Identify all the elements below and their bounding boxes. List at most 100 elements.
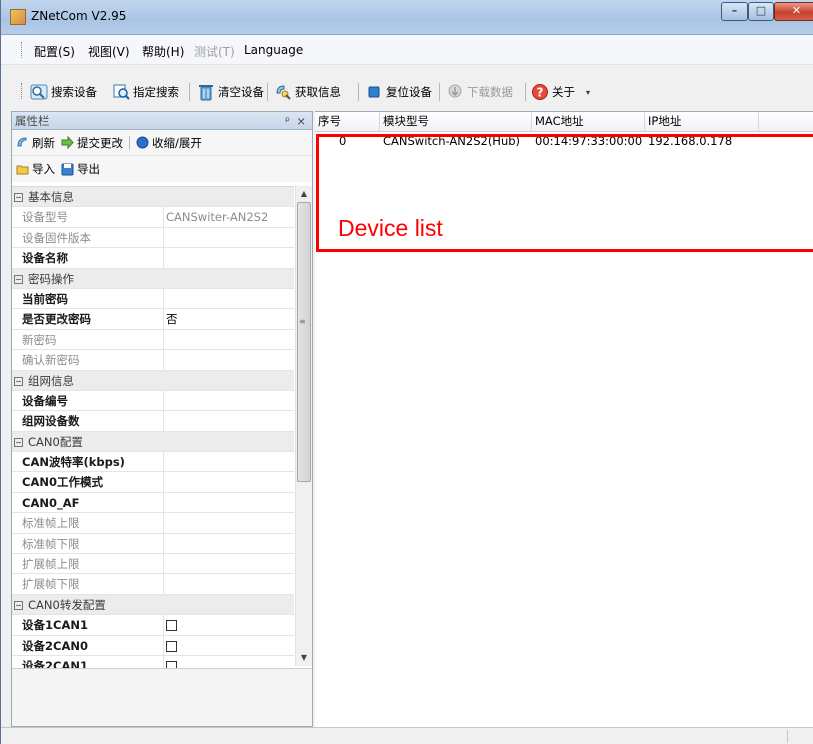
property-value[interactable] <box>164 554 294 573</box>
collapse-expand-button[interactable]: 收缩/展开 <box>136 135 202 151</box>
property-value[interactable] <box>164 513 294 532</box>
reset-device-button[interactable]: 复位设备 <box>365 81 432 103</box>
menu-config[interactable]: 配置(S) <box>34 43 75 60</box>
get-info-button[interactable]: 获取信息 <box>274 81 341 103</box>
property-value[interactable] <box>164 330 294 349</box>
property-row[interactable]: 设备编号 <box>12 390 294 412</box>
category-label: − 组网信息 <box>12 371 74 390</box>
property-value[interactable] <box>164 350 294 369</box>
property-row[interactable]: 组网设备数 <box>12 411 294 432</box>
property-checkbox[interactable] <box>166 640 177 652</box>
collapse-toggle-icon[interactable]: − <box>14 376 23 386</box>
column-header-mac[interactable]: MAC地址 <box>532 112 645 131</box>
property-row[interactable]: 标准帧上限 <box>12 513 294 534</box>
property-name: 设备编号 <box>12 390 164 411</box>
window-title: ZNetCom V2.95 <box>31 9 127 23</box>
property-row[interactable]: 标准帧下限 <box>12 533 294 555</box>
import-button[interactable]: 导入 <box>16 161 55 177</box>
property-row[interactable]: 设备固件版本 <box>12 227 294 249</box>
property-value[interactable]: CANSwiter-AN2S2 <box>164 207 294 226</box>
scroll-down-icon[interactable]: ▼ <box>296 650 312 666</box>
refresh-label: 刷新 <box>32 135 55 150</box>
scroll-grip-icon: ≡ <box>299 317 306 326</box>
property-row[interactable]: 新密码 <box>12 329 294 351</box>
category-text: 基本信息 <box>28 190 74 204</box>
property-row[interactable]: 是否更改密码否 <box>12 309 294 330</box>
minimize-button[interactable]: – <box>721 2 748 21</box>
refresh-button[interactable]: 刷新 <box>16 135 55 151</box>
scroll-thumb[interactable] <box>297 202 311 482</box>
maximize-button[interactable]: □ <box>748 2 774 21</box>
menu-view[interactable]: 视图(V) <box>88 43 130 60</box>
property-value[interactable] <box>164 534 294 553</box>
property-row[interactable]: 设备2CAN0 <box>12 635 294 656</box>
property-row[interactable]: CAN0工作模式 <box>12 472 294 493</box>
property-checkbox[interactable] <box>166 620 177 632</box>
about-button[interactable]: ? 关于 <box>531 81 575 103</box>
scroll-up-icon[interactable]: ▲ <box>296 186 312 202</box>
search-devices-button[interactable]: 搜索设备 <box>30 81 97 103</box>
property-row[interactable]: 设备1CAN1 <box>12 615 294 636</box>
property-row[interactable]: 扩展帧上限 <box>12 554 294 575</box>
submit-changes-button[interactable]: 提交更改 <box>61 135 123 151</box>
toolbar-overflow-icon[interactable]: ▾ <box>586 88 590 97</box>
property-value[interactable] <box>164 411 294 430</box>
menu-help[interactable]: 帮助(H) <box>142 43 184 60</box>
help-icon: ? <box>532 84 548 100</box>
toolbar-grip <box>21 83 24 99</box>
property-category[interactable]: − 组网信息 <box>12 370 294 391</box>
menu-language[interactable]: Language <box>244 43 303 57</box>
arrow-right-icon <box>61 136 74 149</box>
property-value[interactable] <box>164 248 294 267</box>
property-name: 设备1CAN1 <box>12 615 164 635</box>
collapse-toggle-icon[interactable]: − <box>14 437 23 447</box>
property-grid: − 基本信息 设备型号 CANSwiter-AN2S2 设备固件版本 设备名称 − 密码操作当… <box>12 186 294 677</box>
property-category[interactable]: − CAN0配置 <box>12 431 294 453</box>
download-data-label: 下载数据 <box>467 85 513 99</box>
save-icon <box>61 163 74 175</box>
menu-grip <box>21 42 24 58</box>
property-value[interactable] <box>164 636 294 655</box>
category-text: CAN0配置 <box>28 434 83 449</box>
property-value[interactable] <box>164 472 294 491</box>
property-row[interactable]: 设备名称 <box>12 248 294 269</box>
property-row[interactable]: 当前密码 <box>12 288 294 310</box>
property-row[interactable]: 设备型号 CANSwiter-AN2S2 <box>12 207 294 228</box>
specified-search-icon <box>113 84 130 100</box>
property-row[interactable]: 扩展帧下限 <box>12 574 294 595</box>
property-value[interactable] <box>164 391 294 410</box>
property-value[interactable] <box>164 228 294 247</box>
property-value[interactable] <box>164 615 294 634</box>
column-header-model[interactable]: 模块型号 <box>380 112 532 131</box>
column-header-ip[interactable]: IP地址 <box>645 112 759 131</box>
property-row[interactable]: CAN0_AF <box>12 492 294 514</box>
specified-search-label: 指定搜索 <box>133 85 179 99</box>
clear-devices-button[interactable]: 清空设备 <box>197 81 264 103</box>
close-button[interactable]: ✕ <box>774 2 813 21</box>
collapse-toggle-icon[interactable]: − <box>14 274 23 284</box>
property-value[interactable] <box>164 452 294 471</box>
collapse-toggle-icon[interactable]: − <box>14 600 23 610</box>
close-icon: ✕ <box>791 4 802 17</box>
property-category[interactable]: − 基本信息 <box>12 187 294 208</box>
app-icon <box>10 9 26 25</box>
export-button[interactable]: 导出 <box>61 161 100 177</box>
pin-icon[interactable]: ᵖ <box>285 112 290 130</box>
specified-search-button[interactable]: 指定搜索 <box>112 81 179 103</box>
property-value[interactable]: 否 <box>164 309 294 328</box>
search-devices-icon <box>30 84 48 100</box>
property-category[interactable]: − 密码操作 <box>12 268 294 289</box>
property-value[interactable] <box>164 574 294 593</box>
panel-close-icon[interactable]: × <box>296 112 306 130</box>
property-value[interactable] <box>164 289 294 308</box>
property-scrollbar[interactable]: ▲ ≡ ▼ <box>295 186 312 666</box>
property-panel-title: 属性栏 <box>15 114 50 128</box>
property-row[interactable]: 确认新密码 <box>12 350 294 371</box>
category-text: CAN0转发配置 <box>28 597 106 612</box>
property-name: 扩展帧上限 <box>12 554 164 574</box>
property-row[interactable]: CAN波特率(kbps) <box>12 452 294 473</box>
property-category[interactable]: − CAN0转发配置 <box>12 594 294 616</box>
property-value[interactable] <box>164 493 294 512</box>
column-header-index[interactable]: 序号 <box>315 112 380 131</box>
collapse-toggle-icon[interactable]: − <box>14 193 23 202</box>
